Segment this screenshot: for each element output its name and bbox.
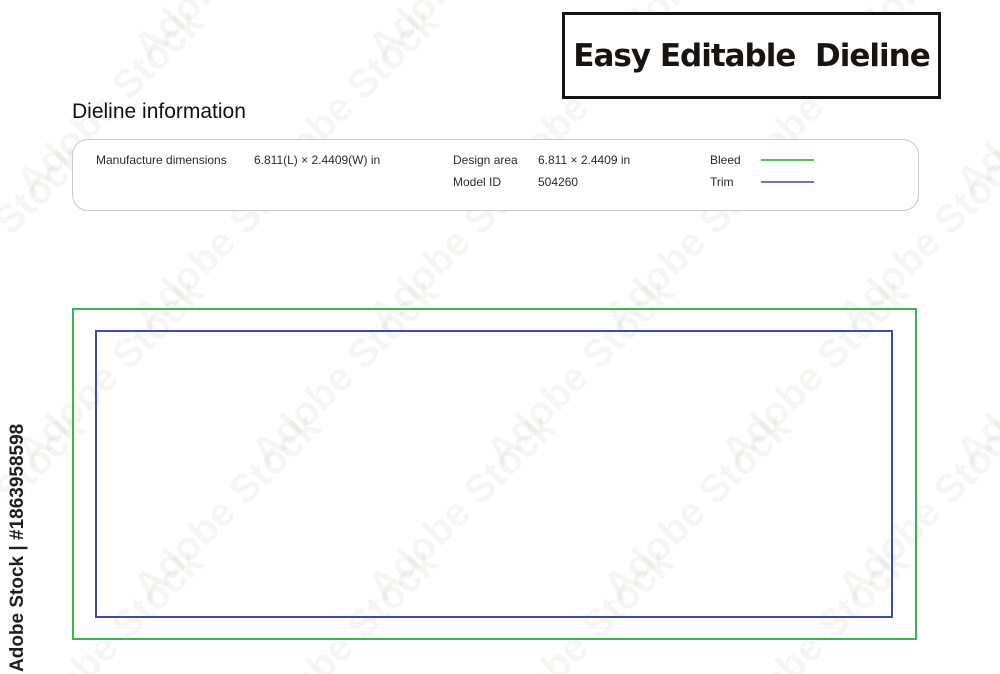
dieline-info-panel: Manufacture dimensions 6.811(L) × 2.4409… (72, 139, 919, 211)
design-area-value: 6.811 × 2.4409 in (538, 153, 631, 167)
model-id-value: 504260 (538, 175, 579, 189)
stock-id-watermark: Adobe Stock | #1863958598 (7, 423, 28, 672)
page-heading: Dieline information (72, 100, 246, 123)
trim-rectangle (95, 330, 893, 618)
model-id-label: Model ID (453, 175, 502, 189)
watermark-tile: Adobe Stock (948, 540, 1000, 674)
watermark-tile: Adobe Stock (125, 0, 330, 70)
legend-bleed-line (761, 159, 814, 161)
watermark-tile: Adobe Stock (947, 270, 1000, 475)
bleed-rectangle (72, 308, 917, 640)
manufacture-dimensions-value: 6.811(L) × 2.4409(W) in (254, 153, 381, 167)
title-box: Easy Editable Dieline (562, 12, 941, 99)
legend-trim-line (761, 181, 814, 183)
manufacture-dimensions-label: Manufacture dimensions (96, 153, 227, 167)
watermark-tile: Adobe Stock (947, 0, 1000, 205)
watermark-tile: Adobe Stock (0, 0, 95, 70)
page: { "title_box": { "text": "Easy Editable … (0, 0, 1000, 674)
design-area-label: Design area (453, 153, 518, 167)
legend-trim-label: Trim (710, 175, 734, 189)
title-text: Easy Editable Dieline (573, 37, 930, 74)
legend-bleed-label: Bleed (710, 153, 741, 167)
watermark-tile: Adobe Stock (360, 0, 565, 70)
